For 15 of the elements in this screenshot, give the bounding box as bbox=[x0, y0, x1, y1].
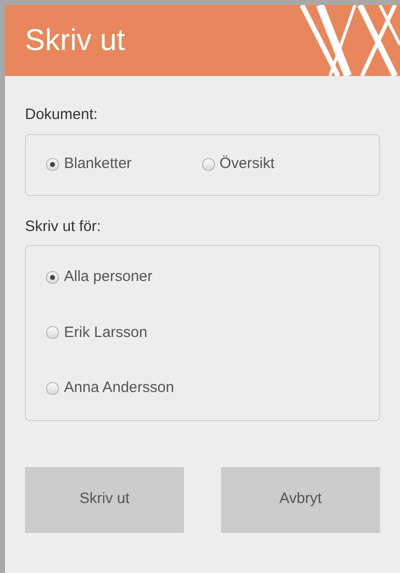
radio-button[interactable] bbox=[46, 382, 59, 395]
dialog-title: Skriv ut bbox=[25, 23, 126, 59]
radio-button[interactable] bbox=[46, 270, 59, 284]
radio-button[interactable] bbox=[202, 158, 215, 171]
radio-option[interactable]: Alla personer bbox=[46, 266, 379, 288]
print-button[interactable]: Skriv ut bbox=[25, 466, 184, 532]
radio-button[interactable] bbox=[46, 326, 59, 340]
group-label: Dokument: bbox=[25, 105, 99, 125]
radio-option[interactable]: Erik Larsson bbox=[46, 322, 379, 344]
radio-option[interactable]: Översikt bbox=[202, 153, 275, 176]
group-label: Skriv ut för: bbox=[25, 216, 102, 236]
cancel-button[interactable]: Avbryt bbox=[221, 466, 380, 532]
radio-option[interactable]: Anna Andersson bbox=[46, 377, 379, 400]
radio-button[interactable] bbox=[46, 158, 59, 171]
radio-option[interactable]: Blanketter bbox=[46, 153, 132, 176]
